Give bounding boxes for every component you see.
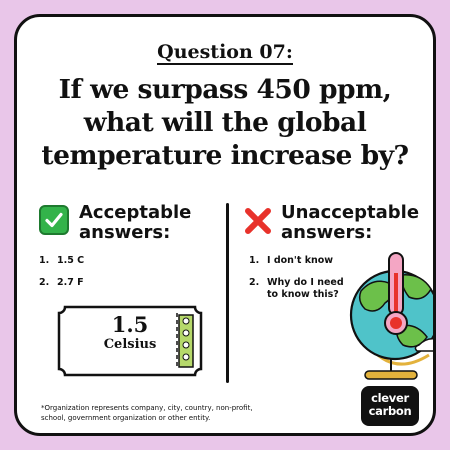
list-item: 2. 2.7 F: [39, 277, 84, 288]
cross-mark-icon: [245, 208, 271, 234]
list-item: 1. 1.5 C: [39, 255, 85, 266]
list-item: 2. Why do I need to know this?: [249, 277, 344, 300]
list-item: 1. I don't know: [249, 255, 334, 266]
footnote: *Organization represents company, city, …: [41, 404, 253, 422]
column-divider: [226, 203, 229, 383]
acceptable-list: 1. 1.5 C 2. 2.7 F: [39, 255, 84, 299]
globe-thermometer-illustration: [349, 252, 433, 380]
unacceptable-list: 1. I don't know 2. Why do I need to know th…: [249, 255, 344, 311]
unacceptable-heading: Unacceptable answers:: [243, 203, 419, 243]
ticket-label: 1.5 Celsius: [103, 312, 157, 353]
question-text: If we surpass 450 ppm, what will the glo…: [41, 74, 409, 171]
question-number: Question 07:: [157, 41, 293, 65]
clever-carbon-logo: clever carbon: [361, 386, 419, 426]
acceptable-heading: Acceptable answers:: [39, 203, 191, 243]
check-mark-icon: [39, 205, 69, 235]
question-card: Question 07: If we surpass 450 ppm, what…: [14, 14, 436, 436]
